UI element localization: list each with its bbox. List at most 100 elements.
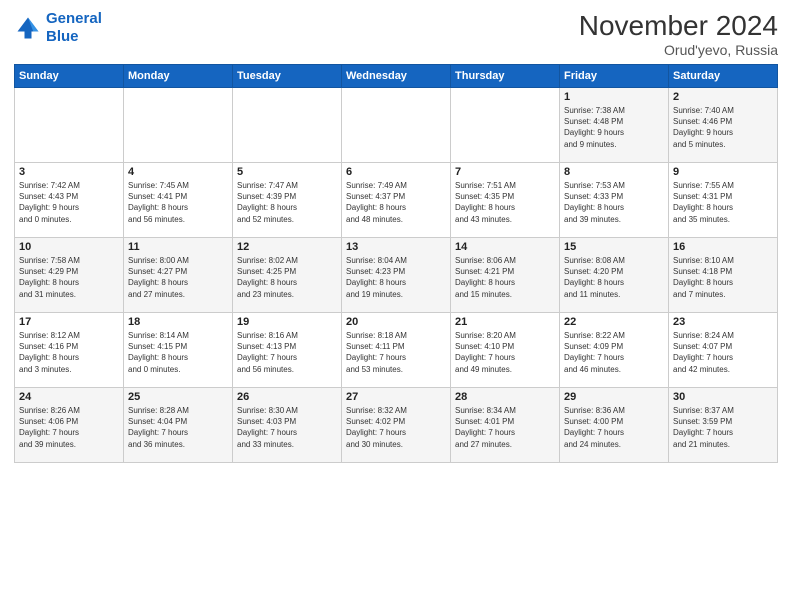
- day-header-monday: Monday: [124, 65, 233, 88]
- day-header-saturday: Saturday: [669, 65, 778, 88]
- calendar-cell: 28Sunrise: 8:34 AM Sunset: 4:01 PM Dayli…: [451, 388, 560, 463]
- calendar-cell: 14Sunrise: 8:06 AM Sunset: 4:21 PM Dayli…: [451, 238, 560, 313]
- day-number: 25: [128, 391, 228, 403]
- calendar-cell: 16 Sunrise: 8:10 AM Sunset: 4:18 PM Dayli…: [669, 238, 778, 313]
- day-info: Sunrise: 8:00 AM Sunset: 4:27 PM Dayligh…: [128, 255, 228, 300]
- calendar-cell: [124, 88, 233, 163]
- logo: General Blue: [14, 10, 102, 46]
- calendar-cell: 11 Sunrise: 8:00 AM Sunset: 4:27 PM Dayli…: [124, 238, 233, 313]
- calendar-cell: 12 Sunrise: 8:02 AM Sunset: 4:25 PM Dayli…: [233, 238, 342, 313]
- day-info: Sunrise: 8:37 AM Sunset: 3:59 PM Dayligh…: [673, 405, 773, 450]
- day-number: 4: [128, 166, 228, 178]
- calendar: SundayMondayTuesdayWednesdayThursdayFrid…: [14, 64, 778, 463]
- day-number: 24: [19, 391, 119, 403]
- calendar-week-5: 24Sunrise: 8:26 AM Sunset: 4:06 PM Dayli…: [15, 388, 778, 463]
- day-number: 27: [346, 391, 446, 403]
- calendar-cell: 29 Sunrise: 8:36 AM Sunset: 4:00 PM Dayli…: [560, 388, 669, 463]
- day-number: 5: [237, 166, 337, 178]
- day-number: 13: [346, 241, 446, 253]
- day-number: 20: [346, 316, 446, 328]
- day-info: Sunrise: 8:18 AM Sunset: 4:11 PM Dayligh…: [346, 330, 446, 375]
- day-info: Sunrise: 8:12 AM Sunset: 4:16 PM Dayligh…: [19, 330, 119, 375]
- calendar-cell: 17 Sunrise: 8:12 AM Sunset: 4:16 PM Dayli…: [15, 313, 124, 388]
- day-info: Sunrise: 7:38 AM Sunset: 4:48 PM Dayligh…: [564, 105, 664, 150]
- calendar-cell: 10 Sunrise: 7:58 AM Sunset: 4:29 PM Dayli…: [15, 238, 124, 313]
- day-info: Sunrise: 8:10 AM Sunset: 4:18 PM Dayligh…: [673, 255, 773, 300]
- day-info: Sunrise: 8:02 AM Sunset: 4:25 PM Dayligh…: [237, 255, 337, 300]
- day-header-thursday: Thursday: [451, 65, 560, 88]
- day-header-wednesday: Wednesday: [342, 65, 451, 88]
- day-info: Sunrise: 7:47 AM Sunset: 4:39 PM Dayligh…: [237, 180, 337, 225]
- day-info: Sunrise: 8:30 AM Sunset: 4:03 PM Dayligh…: [237, 405, 337, 450]
- calendar-week-3: 10 Sunrise: 7:58 AM Sunset: 4:29 PM Dayli…: [15, 238, 778, 313]
- day-number: 1: [564, 91, 664, 103]
- logo-text: General Blue: [46, 10, 102, 46]
- day-info: Sunrise: 7:45 AM Sunset: 4:41 PM Dayligh…: [128, 180, 228, 225]
- day-number: 28: [455, 391, 555, 403]
- calendar-cell: 27 Sunrise: 8:32 AM Sunset: 4:02 PM Dayli…: [342, 388, 451, 463]
- month-title: November 2024: [579, 10, 778, 42]
- day-number: 6: [346, 166, 446, 178]
- day-header-friday: Friday: [560, 65, 669, 88]
- day-info: Sunrise: 8:24 AM Sunset: 4:07 PM Dayligh…: [673, 330, 773, 375]
- day-info: Sunrise: 8:32 AM Sunset: 4:02 PM Dayligh…: [346, 405, 446, 450]
- day-info: Sunrise: 8:36 AM Sunset: 4:00 PM Dayligh…: [564, 405, 664, 450]
- calendar-cell: 5 Sunrise: 7:47 AM Sunset: 4:39 PM Daylig…: [233, 163, 342, 238]
- day-number: 23: [673, 316, 773, 328]
- day-info: Sunrise: 7:42 AM Sunset: 4:43 PM Dayligh…: [19, 180, 119, 225]
- day-info: Sunrise: 8:16 AM Sunset: 4:13 PM Dayligh…: [237, 330, 337, 375]
- calendar-cell: 23 Sunrise: 8:24 AM Sunset: 4:07 PM Dayli…: [669, 313, 778, 388]
- day-info: Sunrise: 7:49 AM Sunset: 4:37 PM Dayligh…: [346, 180, 446, 225]
- day-info: Sunrise: 8:04 AM Sunset: 4:23 PM Dayligh…: [346, 255, 446, 300]
- day-number: 10: [19, 241, 119, 253]
- calendar-cell: 19Sunrise: 8:16 AM Sunset: 4:13 PM Dayli…: [233, 313, 342, 388]
- calendar-cell: [233, 88, 342, 163]
- calendar-cell: [15, 88, 124, 163]
- calendar-cell: 4 Sunrise: 7:45 AM Sunset: 4:41 PM Daylig…: [124, 163, 233, 238]
- day-number: 26: [237, 391, 337, 403]
- calendar-cell: 7 Sunrise: 7:51 AM Sunset: 4:35 PM Daylig…: [451, 163, 560, 238]
- calendar-cell: 24Sunrise: 8:26 AM Sunset: 4:06 PM Dayli…: [15, 388, 124, 463]
- day-number: 2: [673, 91, 773, 103]
- day-number: 15: [564, 241, 664, 253]
- day-info: Sunrise: 7:58 AM Sunset: 4:29 PM Dayligh…: [19, 255, 119, 300]
- calendar-cell: 9 Sunrise: 7:55 AM Sunset: 4:31 PM Daylig…: [669, 163, 778, 238]
- calendar-cell: 20 Sunrise: 8:18 AM Sunset: 4:11 PM Dayli…: [342, 313, 451, 388]
- calendar-cell: 26 Sunrise: 8:30 AM Sunset: 4:03 PM Dayli…: [233, 388, 342, 463]
- day-number: 21: [455, 316, 555, 328]
- day-number: 29: [564, 391, 664, 403]
- calendar-cell: 30 Sunrise: 8:37 AM Sunset: 3:59 PM Dayli…: [669, 388, 778, 463]
- day-number: 3: [19, 166, 119, 178]
- day-info: Sunrise: 8:22 AM Sunset: 4:09 PM Dayligh…: [564, 330, 664, 375]
- calendar-week-4: 17 Sunrise: 8:12 AM Sunset: 4:16 PM Dayli…: [15, 313, 778, 388]
- day-number: 8: [564, 166, 664, 178]
- calendar-cell: 2Sunrise: 7:40 AM Sunset: 4:46 PM Daylig…: [669, 88, 778, 163]
- day-number: 16: [673, 241, 773, 253]
- calendar-week-1: 1 Sunrise: 7:38 AM Sunset: 4:48 PM Daylig…: [15, 88, 778, 163]
- calendar-cell: 8Sunrise: 7:53 AM Sunset: 4:33 PM Daylig…: [560, 163, 669, 238]
- day-info: Sunrise: 8:08 AM Sunset: 4:20 PM Dayligh…: [564, 255, 664, 300]
- calendar-cell: 25 Sunrise: 8:28 AM Sunset: 4:04 PM Dayli…: [124, 388, 233, 463]
- calendar-header-row: SundayMondayTuesdayWednesdayThursdayFrid…: [15, 65, 778, 88]
- header: General Blue November 2024 Orud'yevo, Ru…: [14, 10, 778, 58]
- day-info: Sunrise: 8:20 AM Sunset: 4:10 PM Dayligh…: [455, 330, 555, 375]
- day-info: Sunrise: 8:28 AM Sunset: 4:04 PM Dayligh…: [128, 405, 228, 450]
- day-number: 12: [237, 241, 337, 253]
- calendar-cell: 21 Sunrise: 8:20 AM Sunset: 4:10 PM Dayli…: [451, 313, 560, 388]
- day-info: Sunrise: 7:51 AM Sunset: 4:35 PM Dayligh…: [455, 180, 555, 225]
- calendar-cell: 3 Sunrise: 7:42 AM Sunset: 4:43 PM Daylig…: [15, 163, 124, 238]
- day-number: 7: [455, 166, 555, 178]
- day-info: Sunrise: 7:55 AM Sunset: 4:31 PM Dayligh…: [673, 180, 773, 225]
- title-block: November 2024 Orud'yevo, Russia: [579, 10, 778, 58]
- calendar-cell: [342, 88, 451, 163]
- page: General Blue November 2024 Orud'yevo, Ru…: [0, 0, 792, 612]
- calendar-cell: 15 Sunrise: 8:08 AM Sunset: 4:20 PM Dayli…: [560, 238, 669, 313]
- day-number: 18: [128, 316, 228, 328]
- day-number: 30: [673, 391, 773, 403]
- calendar-cell: 13 Sunrise: 8:04 AM Sunset: 4:23 PM Dayli…: [342, 238, 451, 313]
- day-number: 17: [19, 316, 119, 328]
- calendar-cell: 6 Sunrise: 7:49 AM Sunset: 4:37 PM Daylig…: [342, 163, 451, 238]
- day-number: 22: [564, 316, 664, 328]
- day-number: 11: [128, 241, 228, 253]
- day-number: 9: [673, 166, 773, 178]
